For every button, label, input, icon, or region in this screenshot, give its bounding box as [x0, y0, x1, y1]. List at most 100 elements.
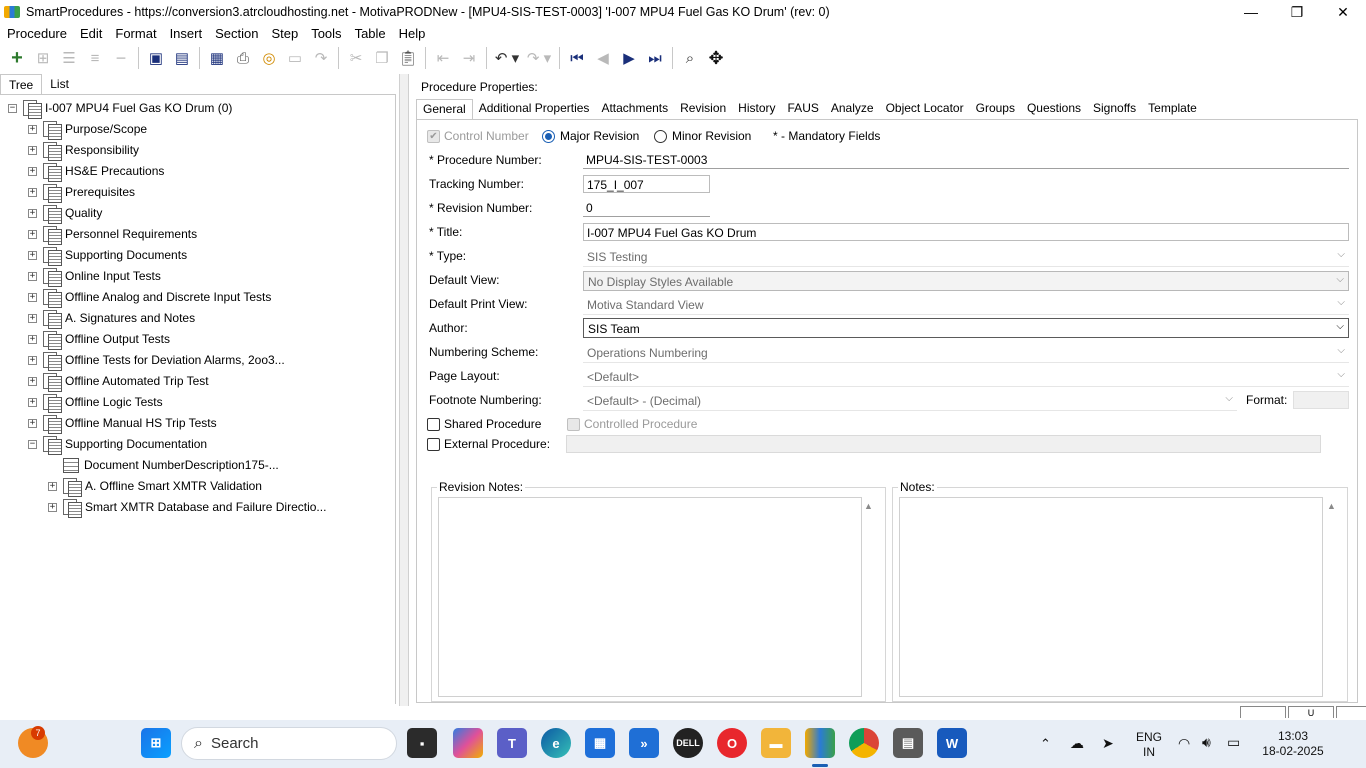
word-icon[interactable]: W — [937, 728, 967, 758]
tree-section[interactable]: + Prerequisites — [28, 182, 135, 203]
menu-insert[interactable]: Insert — [163, 26, 209, 41]
maximize-button[interactable]: ❐ — [1274, 0, 1320, 24]
print-icon[interactable]: ⎙ — [230, 46, 256, 70]
tab-list[interactable]: List — [42, 74, 77, 94]
store-icon[interactable]: ▦ — [585, 728, 615, 758]
major-revision-radio[interactable]: Major Revision — [542, 129, 639, 143]
tree-section[interactable]: + Offline Manual HS Trip Tests — [28, 413, 217, 434]
numbering-scheme-select[interactable]: Operations Numbering ⌵ — [583, 343, 1349, 363]
outdent-icon[interactable]: ⇤ — [430, 46, 456, 70]
expand-icon[interactable]: + — [28, 124, 37, 134]
file-explorer-icon[interactable]: ▬ — [761, 728, 791, 758]
expand-icon[interactable]: + — [28, 376, 37, 386]
tree-root[interactable]: − I-007 MPU4 Fuel Gas KO Drum (0) — [8, 98, 232, 119]
battery-icon[interactable]: ▭ — [1227, 735, 1240, 750]
menu-procedure[interactable]: Procedure — [0, 26, 73, 41]
menu-step[interactable]: Step — [264, 26, 304, 41]
expand-icon[interactable]: + — [48, 481, 57, 491]
language-indicator[interactable]: ENG IN — [1136, 730, 1162, 760]
form-icon[interactable]: ▭ — [282, 46, 308, 70]
expand-icon[interactable]: + — [28, 313, 37, 323]
tree-section[interactable]: − Supporting Documentation — [28, 434, 207, 455]
tree-section[interactable]: + HS&E Precautions — [28, 161, 164, 182]
page-layout-select[interactable]: <Default> ⌵ — [583, 367, 1349, 387]
tree-section[interactable]: + Offline Output Tests — [28, 329, 170, 350]
add-icon[interactable]: + — [4, 46, 30, 70]
copy-icon[interactable]: ❐ — [369, 46, 395, 70]
scroll-up-icon[interactable]: ▲ — [864, 501, 873, 511]
chrome-icon[interactable] — [849, 728, 879, 758]
opera-icon[interactable]: O — [717, 728, 747, 758]
task-view-icon[interactable]: ▪ — [407, 728, 437, 758]
clock[interactable]: 13:03 18-02-2025 — [1258, 729, 1328, 759]
indent-list-icon[interactable]: ≡ — [82, 46, 108, 70]
remove-icon[interactable]: − — [108, 46, 134, 70]
tree-section[interactable]: + Offline Tests for Deviation Alarms, 2oo… — [28, 350, 285, 371]
location-icon[interactable]: ➤ — [1102, 736, 1114, 751]
save-all-icon[interactable]: ▣ — [143, 46, 169, 70]
tab-template[interactable]: Template — [1142, 99, 1203, 119]
add-child-icon[interactable]: ⊞ — [30, 46, 56, 70]
collapse-icon[interactable]: − — [28, 439, 37, 449]
next-icon[interactable]: ▶ — [616, 46, 642, 70]
collapse-icon[interactable]: − — [8, 103, 17, 113]
expand-icon[interactable]: + — [28, 334, 37, 344]
power-automate-icon[interactable]: » — [629, 728, 659, 758]
tab-object-locator[interactable]: Object Locator — [880, 99, 970, 119]
default-view-select[interactable]: No Display Styles Available ⌵ — [583, 271, 1349, 291]
type-select[interactable]: SIS Testing ⌵ — [583, 247, 1349, 267]
menu-tools[interactable]: Tools — [304, 26, 347, 41]
sync-icon[interactable]: ◎ — [256, 46, 282, 70]
expand-icon[interactable]: + — [28, 292, 37, 302]
menu-format[interactable]: Format — [108, 26, 162, 41]
expand-icon[interactable]: + — [28, 166, 37, 176]
shared-procedure-checkbox[interactable]: Shared Procedure — [427, 417, 541, 431]
tree-child[interactable]: Document NumberDescription175-... — [63, 455, 279, 475]
find-icon[interactable]: ⌕ — [677, 46, 703, 70]
expand-icon[interactable]: + — [28, 271, 37, 281]
tree-child[interactable]: + A. Offline Smart XMTR Validation — [48, 476, 262, 497]
menu-edit[interactable]: Edit — [73, 26, 108, 41]
tree-child[interactable]: + Smart XMTR Database and Failure Directi… — [48, 497, 326, 518]
previous-icon[interactable]: ◀ — [590, 46, 616, 70]
wifi-icon[interactable]: ◠ — [1178, 736, 1190, 751]
menu-section[interactable]: Section — [208, 26, 264, 41]
undo-icon[interactable]: ↶ ▾ — [491, 46, 523, 70]
tree-section[interactable]: + Offline Analog and Discrete Input Tests — [28, 287, 271, 308]
minimize-button[interactable]: — — [1228, 0, 1274, 24]
external-procedure-checkbox[interactable]: External Procedure: — [427, 437, 550, 451]
notes-textarea[interactable] — [899, 497, 1323, 697]
expand-icon[interactable]: + — [28, 145, 37, 155]
menu-help[interactable]: Help — [392, 26, 432, 41]
title-field[interactable]: I-007 MPU4 Fuel Gas KO Drum — [583, 223, 1349, 241]
controlled-procedure-checkbox[interactable]: Controlled Procedure — [567, 417, 697, 431]
footnote-numbering-select[interactable]: <Default> - (Decimal) ⌵ — [583, 391, 1237, 411]
tab-tree[interactable]: Tree — [0, 74, 43, 94]
paste-icon[interactable]: 📋︎ — [395, 46, 421, 70]
tree-section[interactable]: + Supporting Documents — [28, 245, 187, 266]
copilot-icon[interactable] — [453, 728, 483, 758]
author-select[interactable]: SIS Team ⌵ — [583, 318, 1349, 338]
close-button[interactable]: ✕ — [1320, 0, 1366, 24]
smartprocedures-taskbar-icon[interactable] — [805, 728, 835, 758]
expand-icon[interactable]: + — [48, 502, 57, 512]
revision-notes-textarea[interactable] — [438, 497, 862, 697]
last-icon[interactable]: ⏭ — [642, 46, 668, 70]
expand-icon[interactable]: + — [28, 250, 37, 260]
expand-icon[interactable]: + — [28, 355, 37, 365]
scroll-up-icon[interactable]: ▲ — [1327, 501, 1336, 511]
tree-section[interactable]: + Responsibility — [28, 140, 139, 161]
tab-general[interactable]: General — [416, 99, 473, 119]
tree-section[interactable]: + Offline Logic Tests — [28, 392, 163, 413]
expand-icon[interactable]: + — [28, 187, 37, 197]
expand-icon[interactable]: + — [28, 229, 37, 239]
volume-icon[interactable]: 🔊︎ — [1202, 735, 1211, 750]
cut-icon[interactable]: ✂ — [343, 46, 369, 70]
default-print-view-select[interactable]: Motiva Standard View ⌵ — [583, 295, 1349, 315]
control-number-checkbox[interactable]: ✔ Control Number — [427, 129, 529, 143]
tracking-number-field[interactable]: 175_I_007 — [583, 175, 710, 193]
redo-icon[interactable]: ↷ ▾ — [523, 46, 555, 70]
tree-section[interactable]: + Quality — [28, 203, 102, 224]
vpn-icon[interactable]: ☁ — [1070, 736, 1084, 751]
remote-desktop-icon[interactable]: ▤ — [893, 728, 923, 758]
